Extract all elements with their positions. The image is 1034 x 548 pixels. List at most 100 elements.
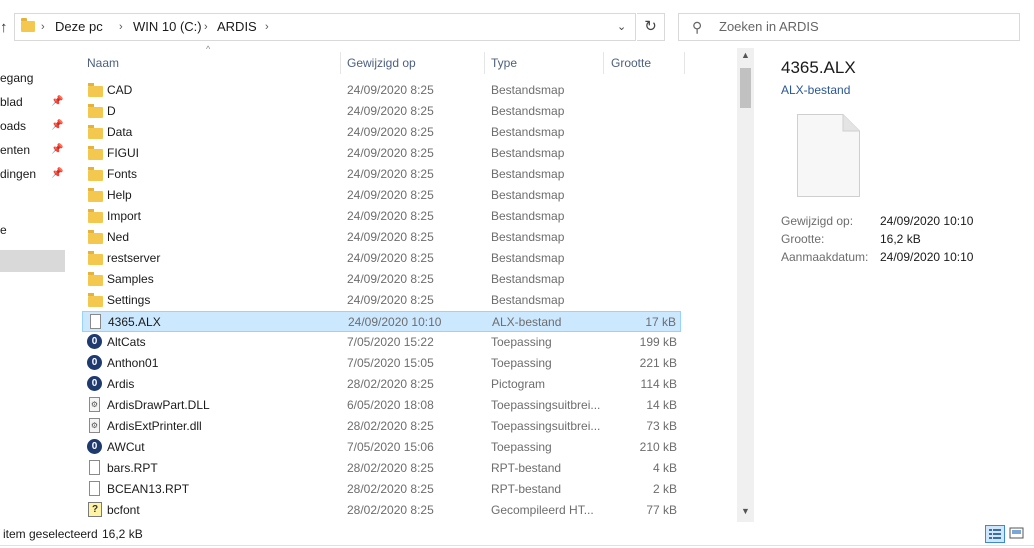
file-row[interactable]: Settings 24/09/2020 8:25 Bestandsmap [82, 290, 681, 311]
file-modified-date: 24/09/2020 8:25 [347, 230, 434, 244]
file-type: Toepassing [491, 356, 552, 370]
file-row[interactable]: CAD 24/09/2020 8:25 Bestandsmap [82, 80, 681, 101]
file-size: 221 kB [639, 356, 677, 370]
chevron-down-icon[interactable]: ⌄ [617, 14, 626, 40]
file-size: 14 kB [646, 398, 677, 412]
file-modified-date: 28/02/2020 8:25 [347, 461, 434, 475]
nav-selected-item[interactable] [0, 250, 65, 272]
column-divider[interactable] [684, 52, 685, 74]
file-size: 210 kB [639, 440, 677, 454]
file-modified-date: 7/05/2020 15:06 [347, 440, 434, 454]
file-type: RPT-bestand [491, 461, 562, 475]
dll-icon: ⚙ [89, 397, 100, 412]
file-name: ArdisDrawPart.DLL [107, 398, 210, 412]
file-modified-date: 24/09/2020 8:25 [347, 188, 434, 202]
file-row[interactable]: 0 AWCut 7/05/2020 15:06 Toepassing 210 kB [82, 437, 681, 458]
column-header-name[interactable]: Naam [87, 52, 119, 74]
file-row[interactable]: Data 24/09/2020 8:25 Bestandsmap [82, 122, 681, 143]
file-row[interactable]: ⚙ ArdisExtPrinter.dll 28/02/2020 8:25 Toepa… [82, 416, 681, 437]
dll-icon: ⚙ [89, 418, 100, 433]
address-bar[interactable]: › Deze pc › WIN 10 (C:) › ARDIS › ⌄ [14, 13, 636, 41]
file-row[interactable]: restserver 24/09/2020 8:25 Bestandsmap [82, 248, 681, 269]
nav-item-other[interactable]: e [0, 220, 7, 240]
file-type: Toepassingsuitbrei... [491, 398, 601, 412]
file-name: restserver [107, 251, 161, 265]
file-row[interactable]: Samples 24/09/2020 8:25 Bestandsmap [82, 269, 681, 290]
file-icon [90, 314, 101, 329]
file-row[interactable]: D 24/09/2020 8:25 Bestandsmap [82, 101, 681, 122]
file-modified-date: 24/09/2020 8:25 [347, 83, 434, 97]
file-row[interactable]: 0 Anthon01 7/05/2020 15:05 Toepassing 221 kB [82, 353, 681, 374]
file-row[interactable]: BCEAN13.RPT 28/02/2020 8:25 RPT-bestand 2 k… [82, 479, 681, 500]
nav-item-downloads[interactable]: oads [0, 116, 26, 136]
chevron-right-icon[interactable]: › [204, 14, 208, 40]
file-row[interactable]: ? bcfont 28/02/2020 8:25 Gecompileerd HT...… [82, 500, 681, 521]
scrollbar-thumb[interactable] [740, 68, 751, 108]
file-type: ALX-bestand [492, 315, 562, 329]
file-row[interactable]: 0 AltCats 7/05/2020 15:22 Toepassing 199 kB [82, 332, 681, 353]
file-size: 199 kB [639, 335, 677, 349]
file-modified-date: 28/02/2020 8:25 [347, 377, 434, 391]
nav-item-quick-access[interactable]: egang [0, 68, 33, 88]
app-icon: 0 [87, 376, 102, 391]
nav-item-desktop[interactable]: blad [0, 92, 23, 112]
details-view-button[interactable] [985, 525, 1005, 543]
status-selection-size: 16,2 kB [102, 527, 143, 541]
search-input[interactable]: Zoeken in ARDIS [719, 14, 819, 40]
scroll-down-icon[interactable]: ▼ [737, 506, 754, 520]
file-row[interactable]: ⚙ ArdisDrawPart.DLL 6/05/2020 18:08 Toepass… [82, 395, 681, 416]
nav-item-documents[interactable]: enten [0, 140, 30, 160]
file-row[interactable]: bars.RPT 28/02/2020 8:25 RPT-bestand 4 kB [82, 458, 681, 479]
file-row[interactable]: Import 24/09/2020 8:25 Bestandsmap [82, 206, 681, 227]
file-modified-date: 7/05/2020 15:05 [347, 356, 434, 370]
vertical-scrollbar[interactable]: ▲ ▼ [737, 48, 754, 522]
search-icon: ⚲ [692, 19, 703, 35]
app-icon: 0 [87, 439, 102, 454]
document-preview-icon [797, 114, 860, 197]
file-name: 4365.ALX [108, 315, 161, 329]
file-name: BCEAN13.RPT [107, 482, 190, 496]
column-header-type[interactable]: Type [491, 52, 517, 74]
file-row[interactable]: 0 Ardis 28/02/2020 8:25 Pictogram 114 kB [82, 374, 681, 395]
breadcrumb-drive[interactable]: WIN 10 (C:) [133, 14, 202, 40]
breadcrumb-ardis[interactable]: ARDIS [217, 14, 257, 40]
search-box[interactable]: ⚲ Zoeken in ARDIS [678, 13, 1020, 41]
breadcrumb-this-pc[interactable]: Deze pc [55, 14, 103, 40]
chevron-right-icon[interactable]: › [119, 14, 123, 40]
file-size: 2 kB [652, 482, 677, 496]
file-row[interactable]: Ned 24/09/2020 8:25 Bestandsmap [82, 227, 681, 248]
help-file-icon: ? [88, 502, 102, 517]
file-name: FIGUI [107, 146, 139, 160]
file-modified-date: 24/09/2020 8:25 [347, 251, 434, 265]
file-modified-date: 28/02/2020 8:25 [347, 419, 434, 433]
file-modified-date: 6/05/2020 18:08 [347, 398, 434, 412]
folder-icon [88, 83, 103, 97]
file-name: Ned [107, 230, 130, 244]
pin-icon: 📌 [51, 120, 64, 131]
file-type: Bestandsmap [491, 83, 565, 97]
file-name: bcfont [107, 503, 140, 517]
file-type: Bestandsmap [491, 104, 565, 118]
file-modified-date: 24/09/2020 8:25 [347, 272, 434, 286]
file-row[interactable]: Fonts 24/09/2020 8:25 Bestandsmap [82, 164, 681, 185]
column-divider[interactable] [603, 52, 604, 74]
file-size: 77 kB [646, 503, 677, 517]
folder-icon [88, 251, 103, 265]
file-row[interactable]: Help 24/09/2020 8:25 Bestandsmap [82, 185, 681, 206]
chevron-right-icon[interactable]: › [265, 14, 269, 40]
file-row[interactable]: 4365.ALX 24/09/2020 10:10 ALX-bestand 17 kB [82, 311, 681, 332]
up-arrow-icon[interactable]: ↑ [0, 18, 10, 38]
folder-icon [88, 293, 103, 307]
column-header-size[interactable]: Grootte [611, 52, 651, 74]
scroll-up-icon[interactable]: ▲ [737, 50, 754, 64]
column-divider[interactable] [340, 52, 341, 74]
file-modified-date: 24/09/2020 8:25 [347, 209, 434, 223]
large-icons-view-button[interactable] [1008, 525, 1028, 543]
column-divider[interactable] [484, 52, 485, 74]
column-header-date[interactable]: Gewijzigd op [347, 52, 416, 74]
nav-item-pictures[interactable]: dingen [0, 164, 36, 184]
status-selection-text: item geselecteerd [3, 527, 98, 541]
file-row[interactable]: FIGUI 24/09/2020 8:25 Bestandsmap [82, 143, 681, 164]
refresh-button[interactable]: ↻ [637, 13, 665, 41]
folder-icon [88, 146, 103, 160]
